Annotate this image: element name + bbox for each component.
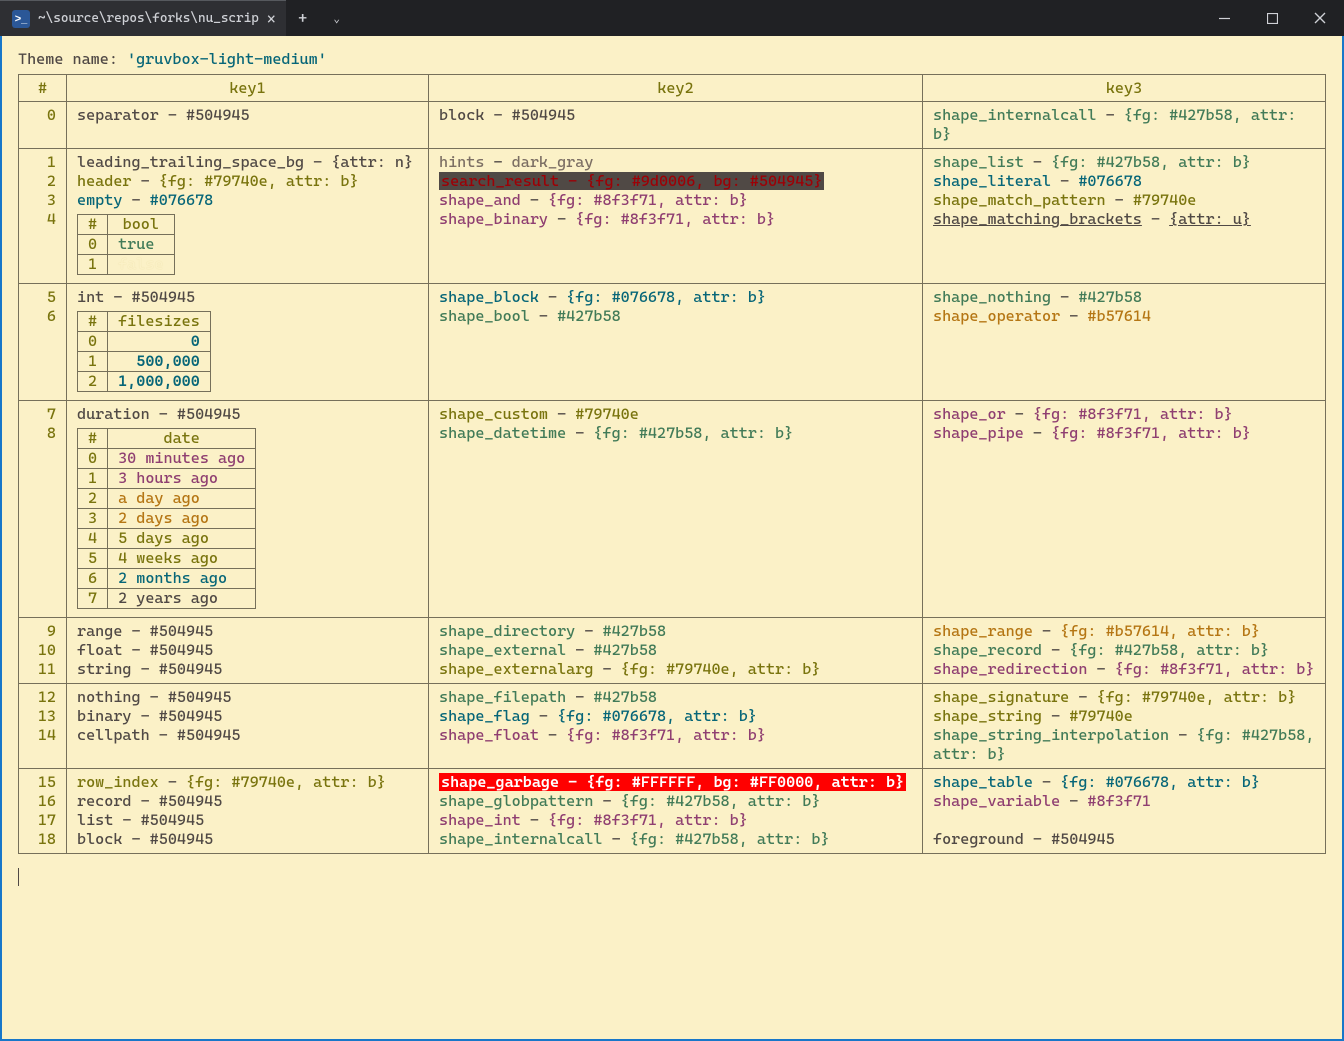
cell-key3: shape_table - {fg: #076678, attr: b}shap… (923, 769, 1326, 854)
table-row: 56int - #504945#filesizes001500,00021,00… (19, 284, 1326, 401)
powershell-icon: >_ (12, 10, 30, 28)
row-index: 91011 (19, 618, 67, 684)
col-key2: key2 (429, 75, 923, 102)
nested-row: 1false (78, 255, 175, 275)
cell-key2: shape_directory - #427b58shape_external … (429, 618, 923, 684)
table-row: 15161718row_index - {fg: #79740e, attr: … (19, 769, 1326, 854)
cell-key2: shape_filepath - #427b58shape_flag - {fg… (429, 684, 923, 769)
cell-key3: shape_range - {fg: #b57614, attr: b}shap… (923, 618, 1326, 684)
table-row: 78duration - #504945#date030 minutes ago… (19, 401, 1326, 618)
col-key1: key1 (67, 75, 429, 102)
cell-key3: shape_or - {fg: #8f3f71, attr: b}shape_p… (923, 401, 1326, 618)
theme-header: Theme name: 'gruvbox-light-medium' (18, 50, 1326, 68)
cell-key1: separator - #504945 (67, 102, 429, 149)
nested-row: 62 months ago (78, 569, 256, 589)
minimize-button[interactable] (1200, 0, 1248, 36)
maximize-button[interactable] (1248, 0, 1296, 36)
col-key3: key3 (923, 75, 1326, 102)
row-index: 121314 (19, 684, 67, 769)
table-row: 91011range - #504945float - #504945strin… (19, 618, 1326, 684)
table-row: 1234leading_trailing_space_bg - {attr: n… (19, 149, 1326, 284)
row-index: 1234 (19, 149, 67, 284)
nested-row: 13 hours ago (78, 469, 256, 489)
nested-row: 00 (78, 332, 211, 352)
theme-label: Theme name: (18, 50, 118, 68)
close-icon (1314, 12, 1326, 24)
table-row: 121314nothing - #504945binary - #504945c… (19, 684, 1326, 769)
terminal-tab[interactable]: >_ ~\source\repos\forks\nu_scrip × (0, 0, 286, 36)
window-controls (1200, 0, 1344, 36)
cell-key3: shape_list - {fg: #427b58, attr: b}shape… (923, 149, 1326, 284)
cell-key1: duration - #504945#date030 minutes ago13… (67, 401, 429, 618)
caret (18, 868, 19, 886)
row-index: 78 (19, 401, 67, 618)
row-index: 15161718 (19, 769, 67, 854)
cell-key1: range - #504945float - #504945string - #… (67, 618, 429, 684)
nested-row: 21,000,000 (78, 372, 211, 392)
cell-key2: block - #504945 (429, 102, 923, 149)
theme-name: 'gruvbox-light-medium' (127, 50, 327, 68)
nested-row: 54 weeks ago (78, 549, 256, 569)
cell-key1: leading_trailing_space_bg - {attr: n}hea… (67, 149, 429, 284)
row-index: 0 (19, 102, 67, 149)
cell-key3: shape_signature - {fg: #79740e, attr: b}… (923, 684, 1326, 769)
nested-row: 030 minutes ago (78, 449, 256, 469)
cell-key1: nothing - #504945binary - #504945cellpat… (67, 684, 429, 769)
nested-row: 1500,000 (78, 352, 211, 372)
new-tab-button[interactable]: + (286, 0, 320, 36)
nested-row: 45 days ago (78, 529, 256, 549)
nested-row: 32 days ago (78, 509, 256, 529)
close-window-button[interactable] (1296, 0, 1344, 36)
cell-key2: shape_block - {fg: #076678, attr: b}shap… (429, 284, 923, 401)
cell-key1: int - #504945#filesizes001500,00021,000,… (67, 284, 429, 401)
table-header-row: # key1 key2 key3 (19, 75, 1326, 102)
nested-row: 2a day ago (78, 489, 256, 509)
nested-date: #date030 minutes ago13 hours ago2a day a… (77, 428, 256, 609)
nested-row: 0true (78, 235, 175, 255)
minimize-icon (1219, 13, 1230, 24)
tab-dropdown-button[interactable]: ⌄ (320, 0, 354, 36)
prompt[interactable] (18, 854, 1326, 905)
nested-filesizes: #filesizes001500,00021,000,000 (77, 311, 211, 392)
cell-key3: shape_internalcall - {fg: #427b58, attr:… (923, 102, 1326, 149)
table-row: 0separator - #504945block - #504945shape… (19, 102, 1326, 149)
cell-key3: shape_nothing - #427b58shape_operator - … (923, 284, 1326, 401)
col-index: # (19, 75, 67, 102)
tab-title: ~\source\repos\forks\nu_scrip (38, 11, 259, 26)
cell-key2: shape_custom - #79740eshape_datetime - {… (429, 401, 923, 618)
terminal-body[interactable]: Theme name: 'gruvbox-light-medium' # key… (0, 36, 1344, 1041)
cell-key2: hints - dark_graysearch_result - {fg: #9… (429, 149, 923, 284)
nested-row: 72 years ago (78, 589, 256, 609)
cell-key2: shape_garbage - {fg: #FFFFFF, bg: #FF000… (429, 769, 923, 854)
cell-key1: row_index - {fg: #79740e, attr: b}record… (67, 769, 429, 854)
theme-table: # key1 key2 key3 0separator - #504945blo… (18, 74, 1326, 854)
close-tab-icon[interactable]: × (267, 10, 276, 28)
maximize-icon (1267, 13, 1278, 24)
nested-bool: #bool0true1false (77, 214, 175, 275)
titlebar: >_ ~\source\repos\forks\nu_scrip × + ⌄ (0, 0, 1344, 36)
row-index: 56 (19, 284, 67, 401)
